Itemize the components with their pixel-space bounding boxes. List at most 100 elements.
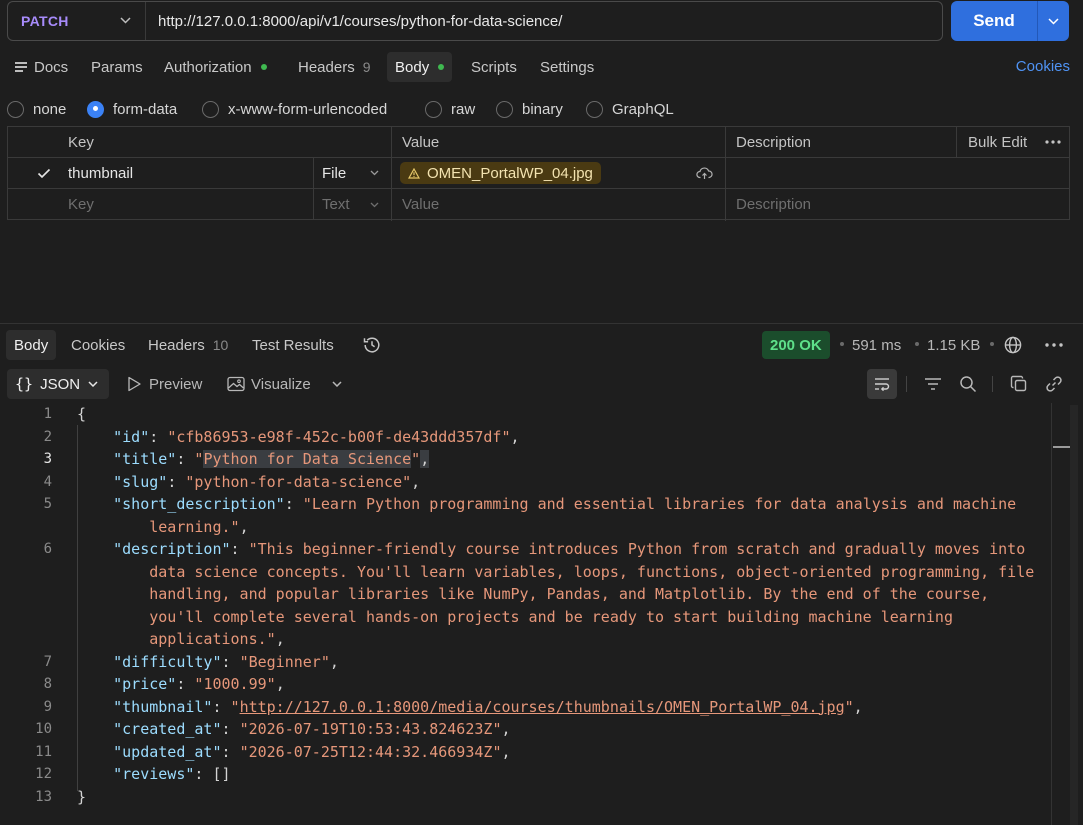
tab-params-label: Params <box>91 58 143 76</box>
search-button[interactable] <box>953 369 983 399</box>
line-number: 11 <box>35 743 52 760</box>
wrap-lines-button[interactable] <box>867 369 897 399</box>
filter-button[interactable] <box>918 369 948 399</box>
radio-graphql[interactable]: GraphQL <box>586 96 674 122</box>
history-icon[interactable] <box>362 330 382 360</box>
resp-tab-body-label: Body <box>14 336 49 354</box>
resp-tab-headers[interactable]: Headers 10 <box>148 330 228 360</box>
vertical-scrollbar[interactable] <box>1070 405 1078 825</box>
json-description-value-cont: data science concepts. You'll learn vari… <box>149 562 1035 581</box>
row-key[interactable]: thumbnail <box>68 158 133 188</box>
visualize-button[interactable]: Visualize <box>227 369 311 399</box>
file-chip[interactable]: OMEN_PortalWP_04.jpg <box>400 162 601 184</box>
response-toolbar: {} JSON Preview Visualize <box>0 369 1083 399</box>
visualize-options-button[interactable] <box>332 369 342 399</box>
format-select[interactable]: {} JSON <box>7 369 109 399</box>
wrap-icon <box>875 378 890 392</box>
response-size[interactable]: 1.15 KB <box>927 330 980 360</box>
preview-button[interactable]: Preview <box>127 369 202 399</box>
resp-tab-cookies[interactable]: Cookies <box>71 330 125 360</box>
tab-scripts[interactable]: Scripts <box>471 52 517 82</box>
send-button[interactable]: Send <box>951 1 1038 41</box>
radio-raw-label: raw <box>451 100 476 118</box>
line-number: 5 <box>43 496 52 512</box>
json-line-slug: "slug": "python-for-data-science", <box>113 472 421 491</box>
method-label: PATCH <box>21 13 69 29</box>
json-title-value: Python for Data Science <box>203 450 412 468</box>
radio-none-label: none <box>33 100 67 118</box>
radio-circle <box>202 100 219 118</box>
json-created-at-value: 2026-07-19T10:53:43.824623Z <box>248 720 493 738</box>
tab-docs[interactable]: Docs <box>15 52 68 82</box>
tab-body-label: Body <box>395 58 430 76</box>
form-data-table: Key Value Description Bulk Edit thumbnai… <box>7 126 1070 221</box>
description-header: Description <box>736 133 812 151</box>
radio-raw[interactable]: raw <box>425 96 475 122</box>
copy-icon <box>1010 375 1027 392</box>
preview-label: Preview <box>149 375 203 393</box>
json-line-updated-at: "updated_at": "2026-07-25T12:44:32.46693… <box>113 742 511 761</box>
json-line-description-cont: you'll complete several hands-on project… <box>77 606 953 629</box>
resp-tab-body[interactable]: Body <box>6 330 57 360</box>
row-type-select[interactable]: File <box>313 158 391 188</box>
globe-icon[interactable] <box>1003 330 1023 360</box>
link-button[interactable] <box>1039 369 1069 399</box>
json-short-description-value: Learn Python programming and essential l… <box>311 495 1017 513</box>
value-header: Value <box>402 133 440 151</box>
cookies-link[interactable]: Cookies <box>1016 58 1070 75</box>
upload-icon[interactable] <box>696 158 713 188</box>
url-input[interactable]: http://127.0.0.1:8000/api/v1/courses/pyt… <box>146 13 562 30</box>
response-time[interactable]: 591 ms <box>852 330 901 360</box>
more-options-icon[interactable] <box>1045 127 1061 157</box>
json-line-difficulty: "difficulty": "Beginner", <box>113 652 339 671</box>
value-placeholder-input[interactable]: Value <box>402 189 439 220</box>
tab-params[interactable]: Params <box>91 52 143 82</box>
copy-button[interactable] <box>1004 369 1034 399</box>
line-number: 10 <box>35 721 52 737</box>
docs-icon <box>15 60 27 75</box>
tab-body[interactable]: Body <box>387 52 453 82</box>
chevron-down-icon <box>370 202 379 207</box>
row-checkbox[interactable] <box>37 158 51 188</box>
radio-form-data[interactable]: form-data <box>87 96 177 122</box>
search-icon <box>960 376 977 393</box>
method-select[interactable]: PATCH <box>8 2 146 40</box>
minimap-divider <box>1051 403 1052 825</box>
radio-binary[interactable]: binary <box>496 96 563 122</box>
row-file-value[interactable]: OMEN_PortalWP_04.jpg <box>400 158 601 188</box>
json-line-price: "price": "1000.99", <box>113 675 285 693</box>
resp-tab-cookies-label: Cookies <box>71 336 126 354</box>
json-line-description-cont: applications.", <box>149 630 285 648</box>
send-options-button[interactable] <box>1038 1 1069 41</box>
status-badge[interactable]: 200 OK <box>762 331 830 359</box>
tab-authorization[interactable]: Authorization <box>164 52 267 82</box>
response-tabs: Body Cookies Headers 10 Test Results 200… <box>0 330 1083 360</box>
line-number: 6 <box>43 541 52 557</box>
description-placeholder-input[interactable]: Description <box>736 189 811 220</box>
key-placeholder-input[interactable]: Key <box>68 189 94 220</box>
json-description-value-cont: you'll complete several hands-on project… <box>149 607 953 626</box>
braces-icon: {} <box>15 375 34 393</box>
radio-urlencoded[interactable]: x-www-form-urlencoded <box>202 96 387 122</box>
tab-settings[interactable]: Settings <box>540 52 594 82</box>
table-row-placeholder: Key Text Value Description <box>8 189 1069 220</box>
tab-headers-label: Headers <box>298 58 355 76</box>
radio-circle <box>425 100 442 118</box>
json-description-value-end: applications. <box>149 630 267 648</box>
chevron-down-icon <box>88 381 98 387</box>
json-line-title: "title": "Python for Data Science", <box>113 450 430 468</box>
line-number: 9 <box>43 698 52 715</box>
bulk-edit-button[interactable]: Bulk Edit <box>968 127 1027 157</box>
radio-circle <box>586 100 603 118</box>
line-number: 12 <box>35 766 52 782</box>
line-number: 13 <box>35 788 52 805</box>
type-placeholder-select[interactable]: Text <box>313 189 391 220</box>
type-placeholder-label: Text <box>322 196 350 213</box>
more-options-icon[interactable] <box>1045 330 1063 360</box>
radio-none[interactable]: none <box>7 96 66 122</box>
json-short-description-value-cont: learning. <box>149 517 231 536</box>
resp-tab-test-results[interactable]: Test Results <box>252 330 334 360</box>
json-thumbnail-link[interactable]: http://127.0.0.1:8000/media/courses/thum… <box>240 698 845 716</box>
response-json-editor[interactable]: 1 2 3 4 5 6 7 8 9 10 11 12 13 { "id": "c… <box>0 403 1083 825</box>
tab-headers[interactable]: Headers 9 <box>298 52 371 82</box>
